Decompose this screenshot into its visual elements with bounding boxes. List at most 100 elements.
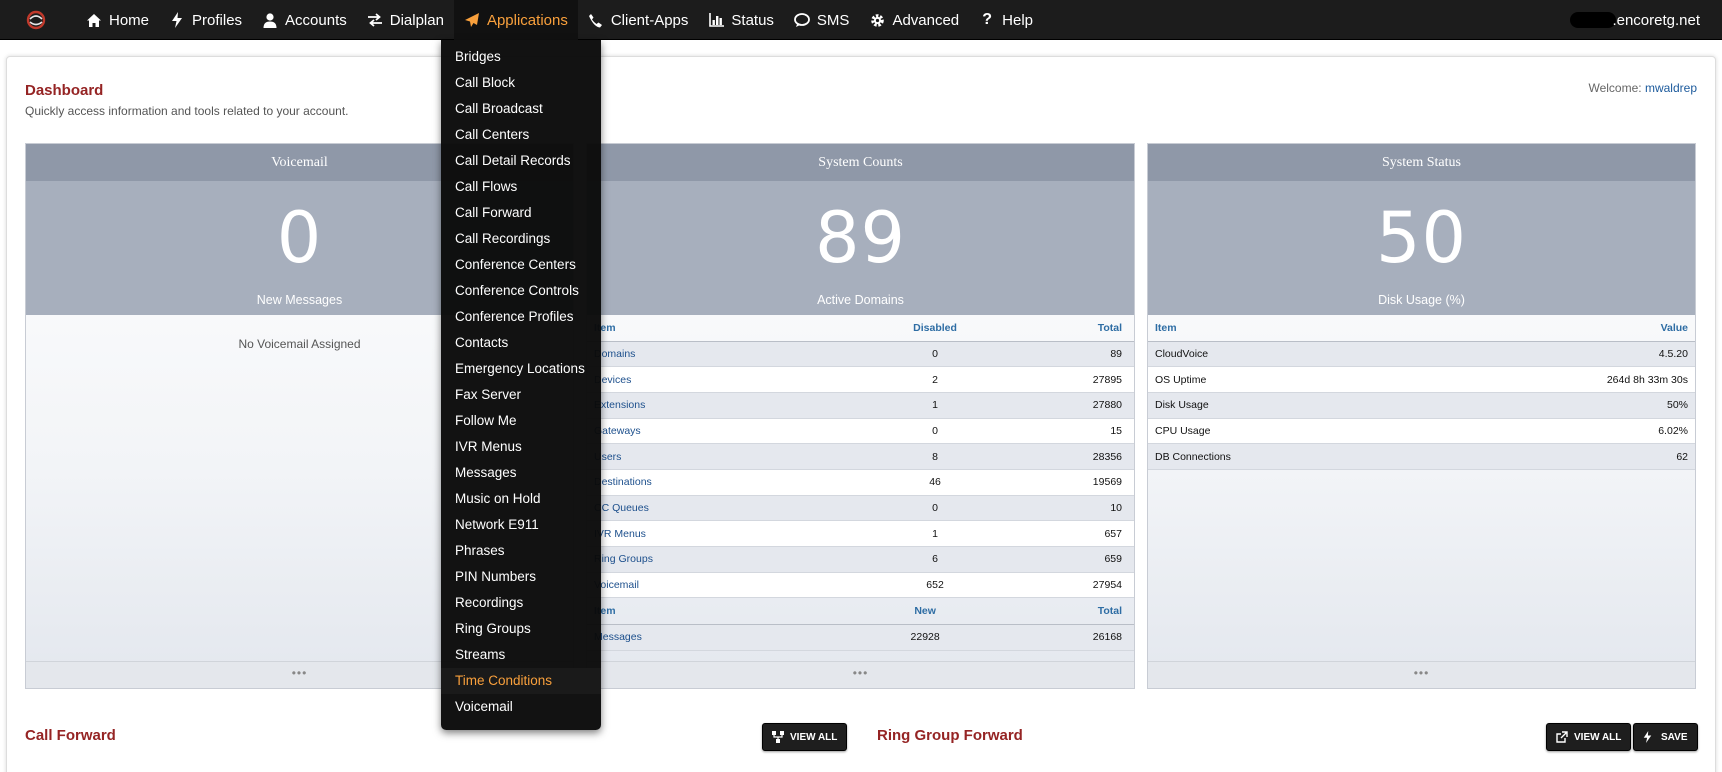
menu-item-call-recordings[interactable]: Call Recordings [441, 226, 601, 252]
table-row: Ring Groups 6 659 [587, 546, 1134, 573]
count-item-link[interactable]: Extensions [587, 392, 861, 419]
menu-item-bridges[interactable]: Bridges [441, 44, 601, 70]
system-counts-hero[interactable]: 89 Active Domains [587, 181, 1134, 315]
menu-item-recordings[interactable]: Recordings [441, 590, 601, 616]
menu-item-network-e911[interactable]: Network E911 [441, 512, 601, 538]
nav-status-label: Status [731, 11, 774, 29]
status-item: OS Uptime [1148, 366, 1414, 393]
count-item-link[interactable]: Users [587, 443, 861, 470]
menu-item-call-detail-records[interactable]: Call Detail Records [441, 148, 601, 174]
nav-dialplan[interactable]: Dialplan [357, 0, 454, 40]
count-disabled: 1 [860, 520, 1010, 547]
menu-item-follow-me[interactable]: Follow Me [441, 408, 601, 434]
count-total: 657 [1009, 520, 1134, 547]
status-item: CPU Usage [1148, 418, 1414, 445]
count-item-link[interactable]: Gateways [587, 418, 861, 445]
nav-applications[interactable]: Applications [453, 0, 578, 40]
user-domain-menu[interactable]: .encoretg.net [1570, 0, 1700, 40]
count-total: 19569 [1009, 469, 1134, 496]
menu-item-fax-server[interactable]: Fax Server [441, 382, 601, 408]
phone-icon [588, 12, 604, 28]
external-link-icon [1556, 731, 1568, 743]
count-disabled: 46 [860, 469, 1010, 496]
call-forward-view-all-button[interactable]: VIEW ALL [762, 723, 848, 751]
table-row: Users 8 28356 [587, 443, 1134, 470]
ring-group-save-label: SAVE [1661, 731, 1688, 743]
system-status-title[interactable]: System Status [1148, 144, 1695, 181]
menu-item-ivr-menus[interactable]: IVR Menus [441, 434, 601, 460]
home-icon [86, 12, 102, 28]
nav-home-label: Home [109, 11, 150, 29]
nav-advanced[interactable]: Advanced [859, 0, 969, 40]
disk-usage-value: 50 [1375, 197, 1468, 279]
nav-home[interactable]: Home [76, 0, 159, 40]
username-link[interactable]: mwaldrep [1645, 81, 1697, 95]
menu-item-pin-numbers[interactable]: PIN Numbers [441, 564, 601, 590]
menu-item-contacts[interactable]: Contacts [441, 330, 601, 356]
col-header-total: Total [1009, 315, 1134, 342]
count-total: 89 [1009, 341, 1134, 368]
nav-accounts[interactable]: Accounts [252, 0, 357, 40]
menu-item-music-on-hold[interactable]: Music on Hold [441, 486, 601, 512]
table-row: Devices 2 27895 [587, 366, 1134, 393]
count-item-link[interactable]: Destinations [587, 469, 861, 496]
system-counts-expand-toggle[interactable]: ••• [587, 661, 1134, 688]
menu-item-voicemail[interactable]: Voicemail [441, 694, 601, 720]
count-item-link[interactable]: Devices [587, 366, 861, 393]
count-disabled: 0 [860, 418, 1010, 445]
ring-group-view-all-button[interactable]: VIEW ALL [1546, 723, 1632, 751]
system-status-widget: System Status 50 Disk Usage (%) Item Val… [1147, 143, 1696, 689]
count-item-link[interactable]: Messages [587, 624, 861, 651]
nav-help[interactable]: ? Help [969, 0, 1043, 40]
menu-item-emergency-locations[interactable]: Emergency Locations [441, 356, 601, 382]
system-counts-title[interactable]: System Counts [587, 144, 1134, 181]
messages-new: 22928 [860, 624, 990, 651]
menu-item-ring-groups[interactable]: Ring Groups [441, 616, 601, 642]
status-value: 6.02% [1413, 418, 1695, 445]
count-item-link[interactable]: Voicemail [587, 572, 861, 599]
call-forward-title: Call Forward [25, 727, 116, 744]
menu-item-call-broadcast[interactable]: Call Broadcast [441, 96, 601, 122]
count-total: 15 [1009, 418, 1134, 445]
menu-item-call-flows[interactable]: Call Flows [441, 174, 601, 200]
ring-group-save-button[interactable]: SAVE [1633, 723, 1698, 751]
menu-item-conference-controls[interactable]: Conference Controls [441, 278, 601, 304]
system-status-hero[interactable]: 50 Disk Usage (%) [1148, 181, 1695, 315]
table-row: Destinations 46 19569 [587, 469, 1134, 496]
nav-status[interactable]: Status [698, 0, 784, 40]
count-item-link[interactable]: Domains [587, 341, 861, 368]
count-disabled: 6 [860, 546, 1010, 573]
menu-item-call-block[interactable]: Call Block [441, 70, 601, 96]
menu-item-call-forward[interactable]: Call Forward [441, 200, 601, 226]
col-header-disabled: Disabled [860, 315, 1010, 342]
nav-sms-label: SMS [816, 11, 850, 29]
nav-dialplan-label: Dialplan [389, 11, 444, 29]
active-domains-label: Active Domains [817, 293, 904, 307]
brand-logo-icon[interactable] [26, 10, 46, 30]
menu-item-time-conditions[interactable]: Time Conditions [441, 668, 601, 694]
status-item: CloudVoice [1148, 341, 1414, 368]
top-navbar: Home Profiles Accounts Dialplan Applicat… [0, 0, 1722, 40]
nav-profiles[interactable]: Profiles [159, 0, 252, 40]
active-domains-count: 89 [814, 197, 907, 279]
nav-client-apps[interactable]: Client-Apps [578, 0, 699, 40]
col-header-item: Item [1148, 315, 1414, 342]
col-header-item: Item [587, 315, 861, 342]
table-row: IVR Menus 1 657 [587, 520, 1134, 547]
nav-sms[interactable]: SMS [784, 0, 860, 40]
count-item-link[interactable]: IVR Menus [587, 520, 861, 547]
nav-profiles-label: Profiles [192, 11, 243, 29]
count-item-link[interactable]: CC Queues [587, 495, 861, 522]
menu-item-conference-profiles[interactable]: Conference Profiles [441, 304, 601, 330]
menu-item-call-centers[interactable]: Call Centers [441, 122, 601, 148]
count-item-link[interactable]: Ring Groups [587, 546, 861, 573]
menu-item-messages[interactable]: Messages [441, 460, 601, 486]
menu-item-conference-centers[interactable]: Conference Centers [441, 252, 601, 278]
menu-item-phrases[interactable]: Phrases [441, 538, 601, 564]
system-status-expand-toggle[interactable]: ••• [1148, 661, 1695, 688]
menu-item-streams[interactable]: Streams [441, 642, 601, 668]
paper-plane-icon [464, 12, 480, 28]
col-header-item: Item [587, 598, 861, 625]
table-row: CPU Usage 6.02% [1148, 418, 1695, 445]
gear-icon [869, 12, 885, 28]
